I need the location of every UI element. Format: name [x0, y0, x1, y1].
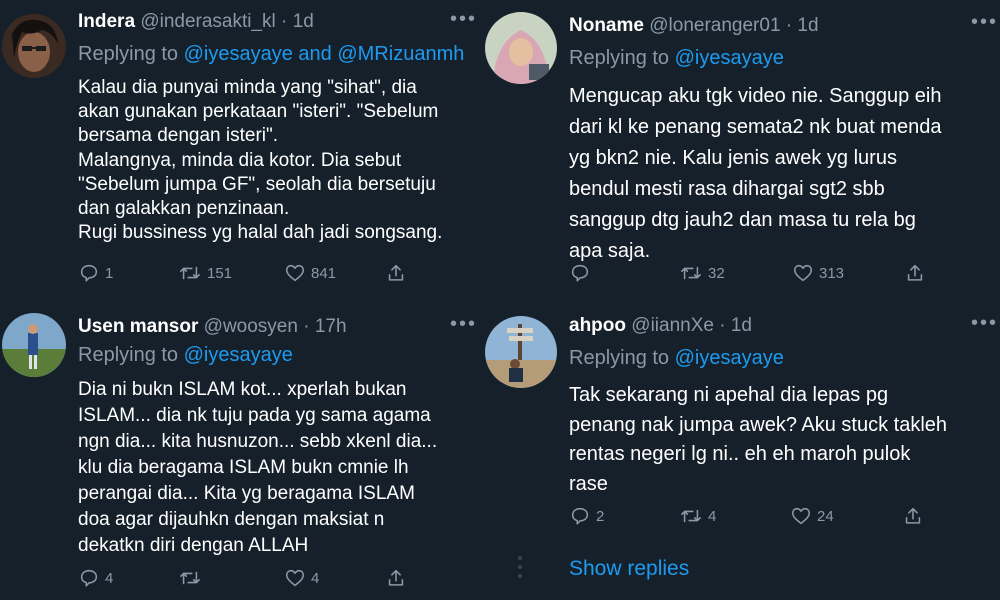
share-icon — [385, 567, 407, 589]
display-name[interactable]: Usen mansor — [78, 316, 198, 337]
tweet-header: Indera @inderasakti_kl · 1d — [78, 11, 314, 32]
show-replies-link[interactable]: Show replies — [569, 557, 689, 581]
replying-to: Replying to @iyesayaye — [569, 347, 784, 370]
retweet-icon — [178, 262, 202, 284]
retweet-icon — [679, 262, 703, 284]
reply-button[interactable]: 2 — [569, 505, 604, 527]
retweet-button[interactable] — [178, 567, 207, 589]
timestamp[interactable]: 1d — [731, 315, 752, 336]
replying-to: Replying to @iyesayaye — [569, 47, 784, 70]
tweet-ahpoo[interactable]: ahpoo @iiannXe · 1d ••• Replying to @iye… — [483, 302, 1000, 600]
like-button[interactable]: 313 — [792, 262, 844, 284]
retweet-icon — [178, 567, 202, 589]
heart-icon — [284, 567, 306, 589]
like-button[interactable]: 4 — [284, 567, 319, 589]
replying-to: Replying to @iyesayaye and @MRizuanmh — [78, 43, 464, 66]
share-icon — [385, 262, 407, 284]
heart-icon — [792, 262, 814, 284]
tweet-header: Noname @loneranger01 · 1d — [569, 15, 819, 36]
like-button[interactable]: 24 — [790, 505, 834, 527]
handle[interactable]: @inderasakti_kl — [140, 11, 275, 32]
avatar[interactable] — [485, 316, 557, 388]
more-icon[interactable]: ••• — [971, 312, 998, 335]
more-icon[interactable]: ••• — [450, 8, 477, 31]
replying-prefix: Replying to — [569, 47, 670, 69]
timestamp[interactable]: 1d — [797, 15, 818, 36]
timestamp[interactable]: 1d — [293, 11, 314, 32]
tweet-noname[interactable]: Noname @loneranger01 · 1d ••• Replying t… — [483, 0, 1000, 298]
reply-button[interactable] — [569, 262, 596, 284]
display-name[interactable]: Indera — [78, 11, 135, 32]
mention-link[interactable]: @iyesayaye — [184, 344, 293, 366]
tweet-text: Mengucap aku tgk video nie. Sanggup eih … — [569, 85, 942, 262]
handle[interactable]: @loneranger01 — [649, 15, 780, 36]
retweet-count: 4 — [708, 507, 717, 525]
reply-icon — [78, 567, 100, 589]
retweet-icon — [679, 505, 703, 527]
tweet-text: Kalau dia punyai minda yang "sihat", dia… — [78, 77, 443, 244]
replying-prefix: Replying to — [78, 344, 179, 366]
reply-count: 2 — [596, 507, 605, 525]
heart-icon — [284, 262, 306, 284]
mention-link[interactable]: @iyesayaye and @MRizuanmh — [184, 43, 465, 65]
timestamp[interactable]: 17h — [315, 316, 347, 337]
share-icon — [902, 505, 924, 527]
avatar[interactable] — [485, 12, 557, 84]
tweet-indera[interactable]: Indera @inderasakti_kl · 1d ••• Replying… — [0, 0, 481, 298]
retweet-button[interactable]: 32 — [679, 262, 725, 284]
replying-prefix: Replying to — [569, 347, 670, 369]
share-button[interactable] — [385, 567, 407, 589]
tweet-text: Tak sekarang ni apehal dia lepas pg pena… — [569, 384, 948, 495]
more-icon[interactable]: ••• — [971, 11, 998, 34]
display-name[interactable]: Noname — [569, 15, 644, 36]
reply-icon — [569, 262, 591, 284]
replying-to: Replying to @iyesayaye — [78, 344, 293, 367]
share-button[interactable] — [902, 505, 924, 527]
avatar[interactable] — [2, 14, 66, 78]
reply-count: 4 — [105, 569, 114, 587]
retweet-count: 151 — [207, 264, 233, 282]
display-name[interactable]: ahpoo — [569, 315, 626, 336]
like-button[interactable]: 841 — [284, 262, 336, 284]
retweet-count: 32 — [708, 264, 725, 282]
avatar[interactable] — [2, 313, 66, 377]
retweet-button[interactable]: 4 — [679, 505, 716, 527]
like-count: 24 — [817, 507, 834, 525]
tweet-usen-mansor[interactable]: Usen mansor @woosyen · 17h ••• Replying … — [0, 302, 481, 600]
tweet-text: Dia ni bukn ISLAM kot... xperlah bukan I… — [78, 379, 438, 556]
heart-icon — [790, 505, 812, 527]
mention-link[interactable]: @iyesayaye — [675, 347, 784, 369]
share-button[interactable] — [385, 262, 407, 284]
reply-button[interactable]: 1 — [78, 262, 113, 284]
mention-link[interactable]: @iyesayaye — [675, 47, 784, 69]
reply-button[interactable]: 4 — [78, 567, 113, 589]
more-icon[interactable]: ••• — [450, 313, 477, 336]
like-count: 313 — [819, 264, 845, 282]
handle[interactable]: @woosyen — [204, 316, 298, 337]
like-count: 4 — [311, 569, 320, 587]
thread-connector-dots — [517, 554, 523, 585]
share-button[interactable] — [904, 262, 926, 284]
tweet-header: Usen mansor @woosyen · 17h — [78, 316, 347, 337]
reply-count: 1 — [105, 264, 114, 282]
retweet-button[interactable]: 151 — [178, 262, 232, 284]
like-count: 841 — [311, 264, 337, 282]
share-icon — [904, 262, 926, 284]
replying-prefix: Replying to — [78, 43, 179, 65]
handle[interactable]: @iiannXe — [631, 315, 714, 336]
tweet-header: ahpoo @iiannXe · 1d — [569, 315, 752, 336]
reply-icon — [569, 505, 591, 527]
reply-icon — [78, 262, 100, 284]
